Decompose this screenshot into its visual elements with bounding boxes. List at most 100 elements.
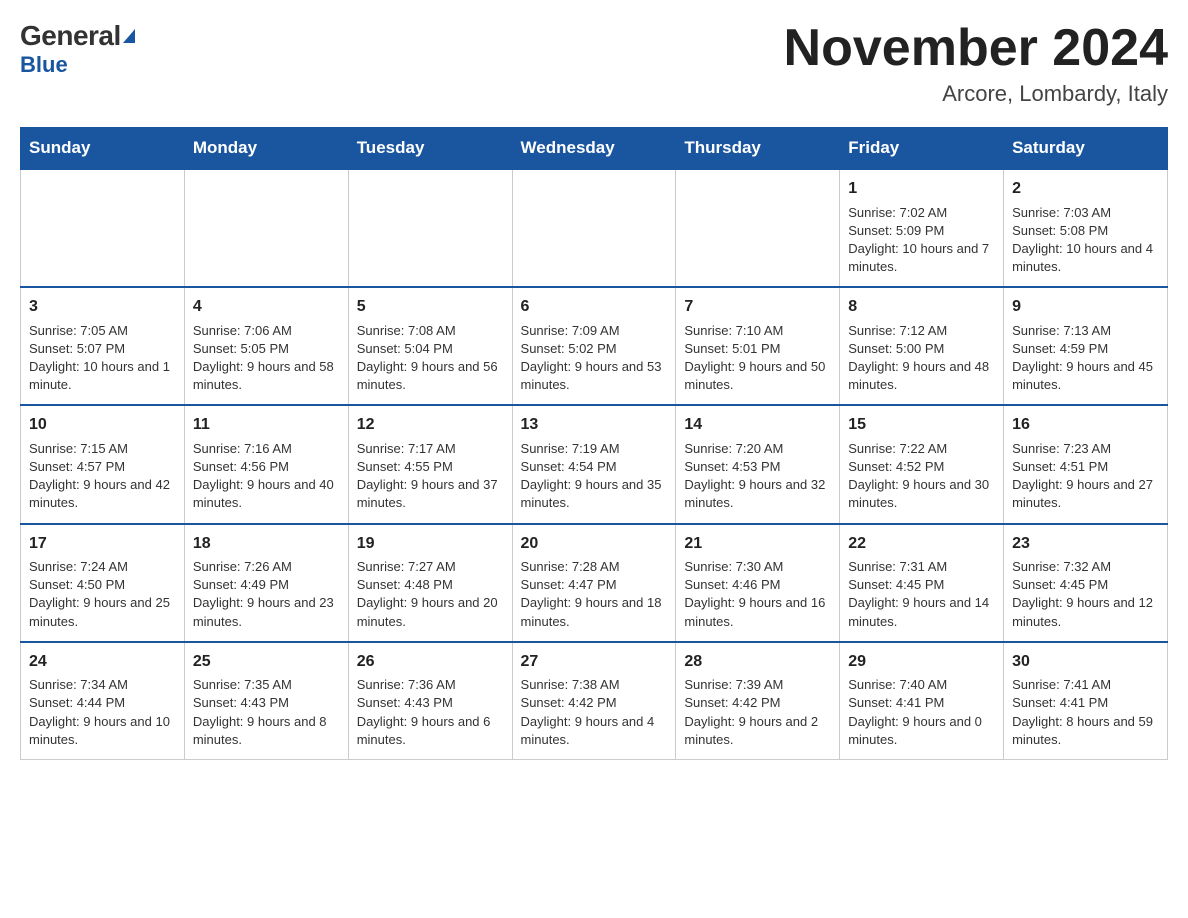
sunset-text: Sunset: 5:00 PM bbox=[848, 341, 944, 356]
day-number: 4 bbox=[193, 296, 340, 318]
day-number: 5 bbox=[357, 296, 504, 318]
sunset-text: Sunset: 4:49 PM bbox=[193, 577, 289, 592]
daylight-text: Daylight: 9 hours and 56 minutes. bbox=[357, 359, 498, 392]
daylight-text: Daylight: 9 hours and 35 minutes. bbox=[521, 477, 662, 510]
day-number: 18 bbox=[193, 533, 340, 555]
day-number: 13 bbox=[521, 414, 668, 436]
calendar-cell: 23Sunrise: 7:32 AMSunset: 4:45 PMDayligh… bbox=[1004, 524, 1168, 642]
calendar-cell: 12Sunrise: 7:17 AMSunset: 4:55 PMDayligh… bbox=[348, 405, 512, 523]
header-wednesday: Wednesday bbox=[512, 128, 676, 170]
day-number: 19 bbox=[357, 533, 504, 555]
daylight-text: Daylight: 9 hours and 27 minutes. bbox=[1012, 477, 1153, 510]
daylight-text: Daylight: 9 hours and 20 minutes. bbox=[357, 595, 498, 628]
calendar-cell bbox=[512, 169, 676, 287]
calendar-week-row: 3Sunrise: 7:05 AMSunset: 5:07 PMDaylight… bbox=[21, 287, 1168, 405]
sunset-text: Sunset: 4:41 PM bbox=[848, 695, 944, 710]
daylight-text: Daylight: 9 hours and 2 minutes. bbox=[684, 714, 818, 747]
day-number: 20 bbox=[521, 533, 668, 555]
sunset-text: Sunset: 5:04 PM bbox=[357, 341, 453, 356]
location-subtitle: Arcore, Lombardy, Italy bbox=[784, 81, 1168, 107]
calendar-cell: 24 Sunrise: 7:34 AM Sunset: 4:44 PM Dayligh… bbox=[21, 642, 185, 760]
daylight-text: Daylight: 9 hours and 25 minutes. bbox=[29, 595, 170, 628]
sunrise-text: Sunrise: 7:32 AM bbox=[1012, 559, 1111, 574]
day-number: 6 bbox=[521, 296, 668, 318]
sunset-text: Sunset: 4:45 PM bbox=[848, 577, 944, 592]
calendar-cell: 14Sunrise: 7:20 AMSunset: 4:53 PMDayligh… bbox=[676, 405, 840, 523]
sunset-text: Sunset: 4:56 PM bbox=[193, 459, 289, 474]
calendar-cell: 9Sunrise: 7:13 AMSunset: 4:59 PMDaylight… bbox=[1004, 287, 1168, 405]
month-year-title: November 2024 bbox=[784, 20, 1168, 77]
day-number: 23 bbox=[1012, 533, 1159, 555]
day-number: 29 bbox=[848, 651, 995, 673]
daylight-text: Daylight: 8 hours and 59 minutes. bbox=[1012, 714, 1153, 747]
calendar-cell: 22Sunrise: 7:31 AMSunset: 4:45 PMDayligh… bbox=[840, 524, 1004, 642]
header-thursday: Thursday bbox=[676, 128, 840, 170]
day-number: 30 bbox=[1012, 651, 1159, 673]
calendar-cell: 27Sunrise: 7:38 AMSunset: 4:42 PMDayligh… bbox=[512, 642, 676, 760]
sunrise-text: Sunrise: 7:23 AM bbox=[1012, 441, 1111, 456]
daylight-text: Daylight: 9 hours and 32 minutes. bbox=[684, 477, 825, 510]
daylight-text: Daylight: 9 hours and 18 minutes. bbox=[521, 595, 662, 628]
sunset-text: Sunset: 4:50 PM bbox=[29, 577, 125, 592]
sunset-text: Sunset: 4:42 PM bbox=[684, 695, 780, 710]
page-header: General Blue November 2024 Arcore, Lomba… bbox=[20, 20, 1168, 107]
daylight-text: Daylight: 9 hours and 8 minutes. bbox=[193, 714, 327, 747]
calendar-cell: 1Sunrise: 7:02 AMSunset: 5:09 PMDaylight… bbox=[840, 169, 1004, 287]
daylight-text: Daylight: 9 hours and 23 minutes. bbox=[193, 595, 334, 628]
daylight-text: Daylight: 9 hours and 10 minutes. bbox=[29, 714, 170, 747]
sunrise-text: Sunrise: 7:38 AM bbox=[521, 677, 620, 692]
sunrise-text: Sunrise: 7:20 AM bbox=[684, 441, 783, 456]
day-number: 3 bbox=[29, 296, 176, 318]
day-number: 2 bbox=[1012, 178, 1159, 200]
sunset-text: Sunset: 5:02 PM bbox=[521, 341, 617, 356]
logo-triangle-icon bbox=[123, 29, 135, 43]
daylight-text: Daylight: 9 hours and 30 minutes. bbox=[848, 477, 989, 510]
sunrise-text: Sunrise: 7:06 AM bbox=[193, 323, 292, 338]
calendar-cell: 5 Sunrise: 7:08 AM Sunset: 5:04 PM Daylight… bbox=[348, 287, 512, 405]
calendar-cell: 16Sunrise: 7:23 AMSunset: 4:51 PMDayligh… bbox=[1004, 405, 1168, 523]
daylight-text: Daylight: 10 hours and 1 minute. bbox=[29, 359, 170, 392]
header-tuesday: Tuesday bbox=[348, 128, 512, 170]
sunrise-text: Sunrise: 7:08 AM bbox=[357, 323, 456, 338]
sunrise-text: Sunrise: 7:22 AM bbox=[848, 441, 947, 456]
daylight-text: Daylight: 9 hours and 6 minutes. bbox=[357, 714, 491, 747]
calendar-cell bbox=[21, 169, 185, 287]
calendar-cell bbox=[184, 169, 348, 287]
sunset-text: Sunset: 4:44 PM bbox=[29, 695, 125, 710]
sunrise-text: Sunrise: 7:39 AM bbox=[684, 677, 783, 692]
sunset-text: Sunset: 4:45 PM bbox=[1012, 577, 1108, 592]
calendar-cell: 21Sunrise: 7:30 AMSunset: 4:46 PMDayligh… bbox=[676, 524, 840, 642]
day-number: 10 bbox=[29, 414, 176, 436]
sunset-text: Sunset: 4:55 PM bbox=[357, 459, 453, 474]
day-number: 14 bbox=[684, 414, 831, 436]
calendar-cell: 25Sunrise: 7:35 AMSunset: 4:43 PMDayligh… bbox=[184, 642, 348, 760]
calendar-cell: 11Sunrise: 7:16 AMSunset: 4:56 PMDayligh… bbox=[184, 405, 348, 523]
sunrise-text: Sunrise: 7:35 AM bbox=[193, 677, 292, 692]
day-number: 24 bbox=[29, 651, 176, 673]
sunrise-text: Sunrise: 7:17 AM bbox=[357, 441, 456, 456]
calendar-cell: 28Sunrise: 7:39 AMSunset: 4:42 PMDayligh… bbox=[676, 642, 840, 760]
daylight-text: Daylight: 9 hours and 0 minutes. bbox=[848, 714, 982, 747]
sunrise-text: Sunrise: 7:34 AM bbox=[29, 677, 128, 692]
sunrise-text: Sunrise: 7:19 AM bbox=[521, 441, 620, 456]
sunset-text: Sunset: 5:05 PM bbox=[193, 341, 289, 356]
day-number: 21 bbox=[684, 533, 831, 555]
calendar-cell: 26Sunrise: 7:36 AMSunset: 4:43 PMDayligh… bbox=[348, 642, 512, 760]
logo: General Blue bbox=[20, 20, 135, 78]
sunrise-text: Sunrise: 7:16 AM bbox=[193, 441, 292, 456]
day-number: 8 bbox=[848, 296, 995, 318]
sunset-text: Sunset: 4:41 PM bbox=[1012, 695, 1108, 710]
sunset-text: Sunset: 4:52 PM bbox=[848, 459, 944, 474]
calendar-cell: 13Sunrise: 7:19 AMSunset: 4:54 PMDayligh… bbox=[512, 405, 676, 523]
sunrise-text: Sunrise: 7:41 AM bbox=[1012, 677, 1111, 692]
daylight-text: Daylight: 9 hours and 37 minutes. bbox=[357, 477, 498, 510]
sunrise-text: Sunrise: 7:28 AM bbox=[521, 559, 620, 574]
sunset-text: Sunset: 5:01 PM bbox=[684, 341, 780, 356]
calendar-cell: 4Sunrise: 7:06 AMSunset: 5:05 PMDaylight… bbox=[184, 287, 348, 405]
calendar-cell: 3Sunrise: 7:05 AMSunset: 5:07 PMDaylight… bbox=[21, 287, 185, 405]
day-number: 17 bbox=[29, 533, 176, 555]
sunset-text: Sunset: 5:09 PM bbox=[848, 223, 944, 238]
day-number: 1 bbox=[848, 178, 995, 200]
sunrise-text: Sunrise: 7:31 AM bbox=[848, 559, 947, 574]
header-saturday: Saturday bbox=[1004, 128, 1168, 170]
